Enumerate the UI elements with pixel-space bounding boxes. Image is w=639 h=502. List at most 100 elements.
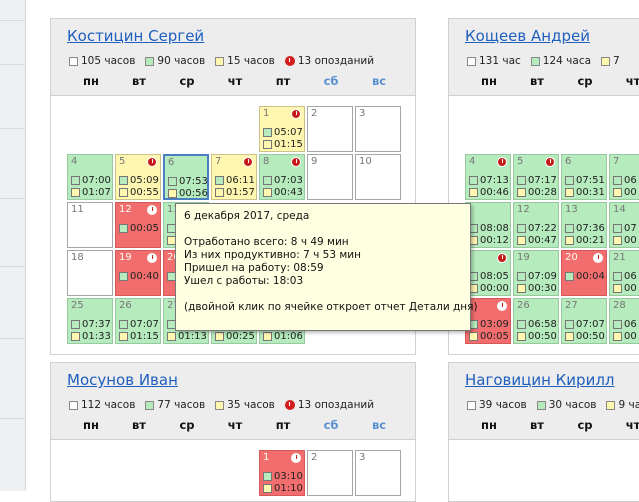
late-clock-icon	[243, 157, 253, 167]
unproductive-time-line: 00:00	[469, 282, 509, 294]
employee-name-link[interactable]: Кощеев Андрей	[465, 27, 590, 45]
day-number: 1	[263, 452, 270, 463]
day-cell[interactable]: 2	[307, 106, 353, 152]
day-cell[interactable]: 19 07:09 00:30	[513, 250, 559, 296]
unproductive-time: 00:30	[528, 282, 557, 294]
weekday-label: ср	[577, 418, 593, 432]
day-cell[interactable]: 6 07:53 00:56	[163, 154, 209, 200]
weekday-label: вт	[132, 74, 146, 88]
productive-time-line: 07:37	[71, 318, 111, 330]
day-number: 12	[119, 204, 132, 215]
sidebar-divider	[0, 128, 26, 129]
late-clock-icon	[593, 253, 603, 263]
weekday-label: вс	[371, 418, 387, 432]
day-cell[interactable]: 11	[67, 202, 113, 248]
tooltip-hint: (двойной клик по ячейке откроет отчет Де…	[184, 301, 478, 313]
productive-time: 05:07	[274, 126, 303, 138]
unproductive-swatch-icon	[613, 283, 622, 293]
day-cell[interactable]: 08:05 00:00	[465, 250, 511, 296]
unproductive-time-line: 01:10	[263, 482, 303, 494]
day-cell[interactable]: 4 07:00 01:07	[67, 154, 113, 200]
productive-time: 07:37	[82, 318, 111, 330]
day-cell[interactable]: 10	[355, 154, 401, 200]
day-cell[interactable]: 3	[355, 106, 401, 152]
unproductive-time: 00	[624, 186, 637, 198]
day-cell[interactable]: 14 07 00	[609, 202, 639, 248]
day-cell[interactable]: 19 00:40	[115, 250, 161, 296]
day-cell[interactable]: 27 07:07 00:50	[561, 298, 607, 344]
month-calendar: 1 03:10 01:10 2 3	[51, 439, 415, 501]
day-number: 6	[168, 157, 175, 168]
weekday-label: пт	[275, 418, 291, 432]
day-cell[interactable]: 6 07:51 00:31	[561, 154, 607, 200]
day-cell[interactable]: 26 06:58 00:50	[513, 298, 559, 344]
productive-time: 07:07	[576, 318, 605, 330]
productive-swatch-icon	[263, 175, 272, 185]
unproductive-swatch-icon	[565, 187, 574, 197]
total-hours: 105 часов	[81, 55, 136, 67]
productive-swatch-icon	[168, 176, 177, 186]
unproductive-time: 00	[624, 330, 637, 342]
unproductive-time-line: 01:33	[71, 330, 111, 342]
day-cell[interactable]: 20 00:04	[561, 250, 607, 296]
weekday-header: пнвтсрчтптсбвс	[449, 418, 639, 434]
unproductive-time-line: 00:05	[469, 330, 509, 342]
day-cell[interactable]: 12 00:05	[115, 202, 161, 248]
day-cell[interactable]: 13 07:36 00:21	[561, 202, 607, 248]
productive-swatch-icon	[145, 56, 155, 66]
unproductive-swatch-icon	[71, 187, 80, 197]
day-cell[interactable]: 9	[307, 154, 353, 200]
day-cell[interactable]: 26 07:07 01:15	[115, 298, 161, 344]
day-cell[interactable]: 7 06:11 01:57	[211, 154, 257, 200]
day-cell[interactable]: 1 03:10 01:10	[259, 450, 305, 496]
productive-time-line: 03:10	[263, 470, 303, 482]
employee-name-link[interactable]: Наговицин Кирилл	[465, 371, 615, 389]
day-cell[interactable]: 12 07:22 00:47	[513, 202, 559, 248]
unproductive-swatch-icon	[167, 331, 176, 341]
productive-swatch-icon	[145, 400, 155, 410]
day-cell[interactable]: 1 05:07 01:15	[259, 106, 305, 152]
unproductive-time: 00:55	[130, 186, 159, 198]
weekday-label: сб	[323, 74, 339, 88]
day-cell[interactable]: 18	[67, 250, 113, 296]
employee-name-link[interactable]: Костицин Сергей	[67, 27, 204, 45]
summary-legend: 39 часов 30 часов 9 час	[467, 399, 639, 411]
unproductive-time-line: 01:15	[119, 330, 159, 342]
unproductive-time: 00:43	[274, 186, 303, 198]
day-cell[interactable]: 08:08 00:12	[465, 202, 511, 248]
day-cell[interactable]: 8 07:03 00:43	[259, 154, 305, 200]
late-clock-icon	[545, 157, 555, 167]
day-cell[interactable]: 21 06 00	[609, 250, 639, 296]
day-cell[interactable]: 5 07:17 00:28	[513, 154, 559, 200]
day-number: 3	[359, 452, 366, 463]
weekday-header: пнвтсрчтптсбвс	[51, 418, 415, 434]
employee-name-link[interactable]: Мосунов Иван	[67, 371, 178, 389]
day-cell[interactable]: 3	[355, 450, 401, 496]
unproductive-time: 00:00	[480, 282, 509, 294]
weekday-label: ср	[577, 74, 593, 88]
late-clock-icon	[147, 157, 157, 167]
day-cell[interactable]: 25 07:37 01:33	[67, 298, 113, 344]
productive-time-line: 07:07	[565, 318, 605, 330]
sidebar-divider	[0, 266, 26, 267]
unproductive-swatch-icon	[565, 235, 574, 245]
day-number: 18	[71, 252, 84, 263]
unproductive-time: 00:31	[576, 186, 605, 198]
left-sidebar	[0, 0, 26, 491]
day-cell[interactable]: 7 06 00	[609, 154, 639, 200]
unproductive-time-line: 01:06	[263, 330, 303, 342]
productive-time: 06:11	[226, 174, 255, 186]
day-cell[interactable]: 4 07:13 00:46	[465, 154, 511, 200]
unproductive-time: 00:21	[576, 234, 605, 246]
weekday-label: вт	[132, 418, 146, 432]
day-cell[interactable]: 28 06 00	[609, 298, 639, 344]
productive-time-line: 06:58	[517, 318, 557, 330]
productive-swatch-icon	[613, 271, 622, 281]
productive-time-line: 07:17	[517, 174, 557, 186]
day-cell[interactable]: 2	[307, 450, 353, 496]
unproductive-swatch-icon	[263, 483, 272, 493]
day-cell[interactable]: 5 05:09 00:55	[115, 154, 161, 200]
productive-swatch-icon	[119, 271, 128, 281]
day-details-tooltip: 6 декабря 2017, среда Отработано всего: …	[175, 203, 478, 331]
total-swatch-icon	[467, 56, 476, 66]
